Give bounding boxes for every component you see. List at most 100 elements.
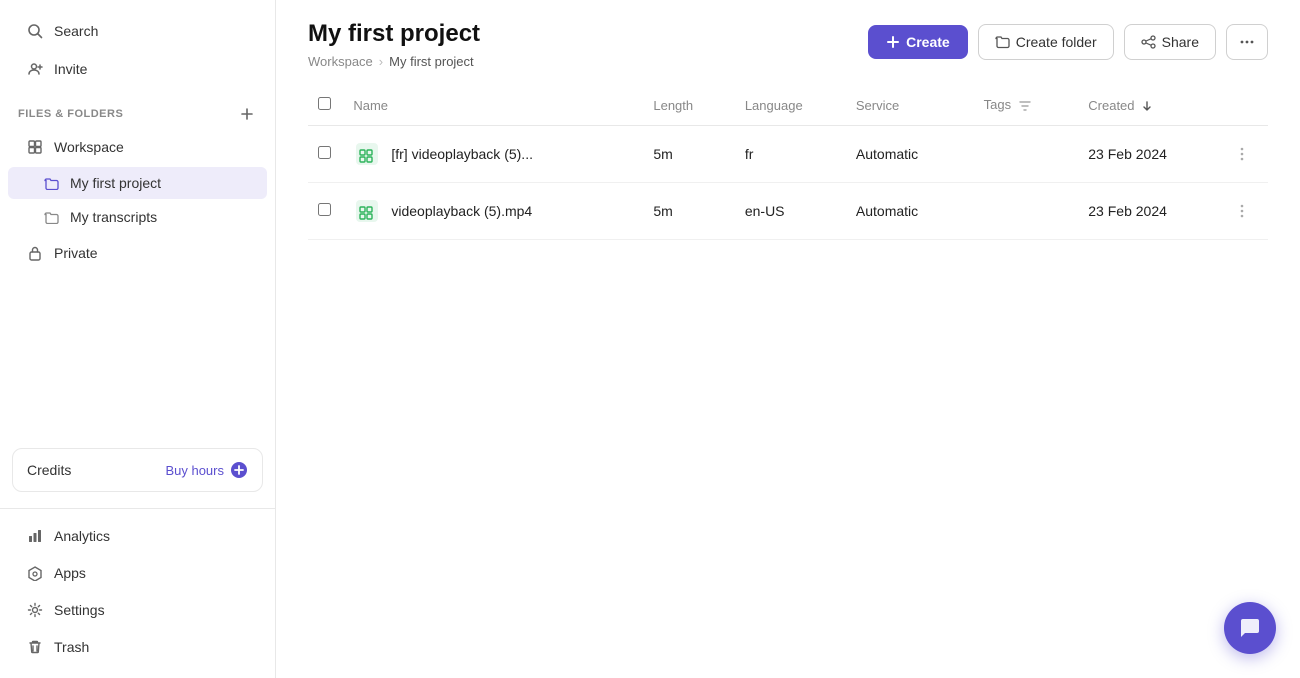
files-folders-label: Files & Folders: [18, 108, 123, 120]
sidebar-item-trash[interactable]: Trash: [8, 629, 267, 665]
more-icon: [1234, 203, 1250, 219]
row-checkbox[interactable]: [318, 203, 331, 216]
credits-section: Credits Buy hours: [12, 448, 263, 492]
row-name-cell: videoplayback (5).mp4: [343, 183, 643, 240]
create-folder-button[interactable]: Create folder: [978, 24, 1114, 60]
file-type-icon: [353, 197, 381, 225]
folder-icon: [42, 174, 60, 192]
file-name[interactable]: videoplayback (5).mp4: [391, 203, 532, 219]
sidebar-item-my-transcripts[interactable]: My transcripts: [8, 201, 267, 233]
sidebar-item-label: Apps: [54, 565, 86, 581]
chat-button[interactable]: [1224, 602, 1276, 654]
select-all-checkbox[interactable]: [318, 97, 331, 110]
col-tags-header[interactable]: Tags: [974, 85, 1079, 126]
sidebar-item-label: Private: [54, 245, 98, 261]
file-name[interactable]: [fr] videoplayback (5)...: [391, 146, 533, 162]
row-checkbox[interactable]: [318, 146, 331, 159]
col-service-header[interactable]: Service: [846, 85, 974, 126]
filter-icon: [1018, 99, 1032, 113]
more-icon: [1239, 34, 1255, 50]
file-name-group: videoplayback (5).mp4: [353, 197, 633, 225]
apps-icon: [26, 564, 44, 582]
header-row: My first project Workspace › My first pr…: [308, 20, 1268, 85]
table-header: Name Length Language Service Tags: [308, 85, 1268, 126]
table-row: [fr] videoplayback (5)... 5m fr Automati…: [308, 126, 1268, 183]
row-length-cell: 5m: [643, 126, 734, 183]
add-folder-button[interactable]: [237, 104, 257, 124]
sidebar-item-my-first-project[interactable]: My first project: [8, 167, 267, 199]
row-service-cell: Automatic: [846, 183, 974, 240]
table-row: videoplayback (5).mp4 5m en-US Automatic…: [308, 183, 1268, 240]
share-button[interactable]: Share: [1124, 24, 1216, 60]
sidebar-item-label: Search: [54, 23, 98, 39]
row-language-cell: fr: [735, 126, 846, 183]
folder-icon: [42, 208, 60, 226]
table-body: [fr] videoplayback (5)... 5m fr Automati…: [308, 126, 1268, 240]
row-created-cell: 23 Feb 2024: [1078, 126, 1218, 183]
row-actions-cell: [1218, 126, 1268, 183]
settings-icon: [26, 601, 44, 619]
row-length-cell: 5m: [643, 183, 734, 240]
col-created-header[interactable]: Created: [1078, 85, 1218, 126]
share-icon: [1141, 35, 1156, 49]
toolbar: Create Create folder S: [868, 20, 1268, 60]
row-tags-cell: [974, 183, 1079, 240]
sidebar-item-analytics[interactable]: Analytics: [8, 518, 267, 554]
share-label: Share: [1162, 34, 1199, 50]
row-language-cell: en-US: [735, 183, 846, 240]
title-area: My first project Workspace › My first pr…: [308, 20, 480, 85]
create-folder-label: Create folder: [1016, 34, 1097, 50]
file-name-group: [fr] videoplayback (5)...: [353, 140, 633, 168]
sidebar-item-invite[interactable]: Invite: [8, 51, 267, 87]
breadcrumb-current: My first project: [389, 54, 474, 69]
workspace-icon: [26, 138, 44, 156]
col-actions-header: [1218, 85, 1268, 126]
breadcrumb-separator: ›: [379, 54, 383, 69]
main-content: My first project Workspace › My first pr…: [276, 0, 1300, 678]
sidebar-item-apps[interactable]: Apps: [8, 555, 267, 591]
col-length-header[interactable]: Length: [643, 85, 734, 126]
search-icon: [26, 22, 44, 40]
files-folders-header: Files & Folders: [0, 94, 275, 128]
page-title: My first project: [308, 20, 480, 48]
plus-icon: [886, 35, 900, 49]
sidebar-item-label: My transcripts: [70, 209, 157, 225]
col-checkbox: [308, 85, 343, 126]
sidebar-item-private[interactable]: Private: [8, 235, 267, 271]
sidebar-item-settings[interactable]: Settings: [8, 592, 267, 628]
row-more-button[interactable]: [1228, 142, 1256, 166]
trash-icon: [26, 638, 44, 656]
row-tags-cell: [974, 126, 1079, 183]
chat-icon: [1238, 616, 1262, 640]
private-icon: [26, 244, 44, 262]
breadcrumb: Workspace › My first project: [308, 54, 480, 69]
row-actions-cell: [1218, 183, 1268, 240]
more-options-button[interactable]: [1226, 24, 1268, 60]
sidebar-item-workspace[interactable]: Workspace: [8, 129, 267, 165]
sidebar-item-search[interactable]: Search: [8, 13, 267, 49]
credits-label: Credits: [27, 462, 71, 478]
row-checkbox-cell: [308, 126, 343, 183]
analytics-icon: [26, 527, 44, 545]
row-more-button[interactable]: [1228, 199, 1256, 223]
folder-icon: [995, 35, 1010, 49]
col-language-header[interactable]: Language: [735, 85, 846, 126]
files-table-container: Name Length Language Service Tags: [276, 85, 1300, 678]
row-created-cell: 23 Feb 2024: [1078, 183, 1218, 240]
row-name-cell: [fr] videoplayback (5)...: [343, 126, 643, 183]
buy-hours-button[interactable]: Buy hours: [165, 461, 248, 479]
buy-hours-label: Buy hours: [165, 463, 224, 478]
row-service-cell: Automatic: [846, 126, 974, 183]
sort-icon: [1141, 100, 1153, 112]
sidebar-item-label: Invite: [54, 61, 87, 77]
sidebar-item-label: Settings: [54, 602, 105, 618]
more-icon: [1234, 146, 1250, 162]
sidebar-bottom: Analytics Apps Settings: [0, 508, 275, 666]
breadcrumb-workspace[interactable]: Workspace: [308, 54, 373, 69]
sidebar-item-label: My first project: [70, 175, 161, 191]
col-name-header[interactable]: Name: [343, 85, 643, 126]
row-checkbox-cell: [308, 183, 343, 240]
sidebar-item-label: Analytics: [54, 528, 110, 544]
create-button[interactable]: Create: [868, 25, 968, 59]
files-table: Name Length Language Service Tags: [308, 85, 1268, 240]
